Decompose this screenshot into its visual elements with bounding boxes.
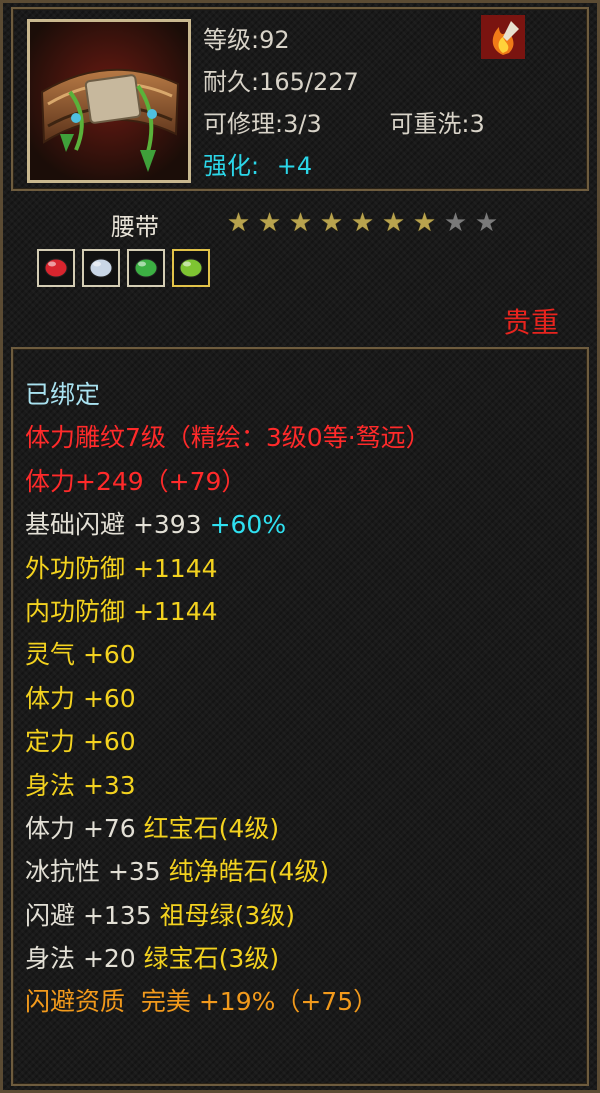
- fire-icon: [481, 15, 525, 59]
- emerald-gem-icon[interactable]: [127, 249, 165, 287]
- item-durability: 耐久:165/227: [203, 68, 359, 96]
- star-rating: ★ ★ ★ ★ ★ ★ ★ ★ ★: [225, 209, 500, 237]
- attribute-text: 内功防御 +1144: [25, 596, 218, 626]
- enhance-label: 强化:: [203, 152, 260, 180]
- attribute-text: 绿宝石(3级): [143, 944, 280, 974]
- star-icon: ★: [474, 208, 499, 238]
- star-icon: ★: [319, 208, 344, 238]
- attribute-text: 灵气 +60: [25, 640, 136, 670]
- attribute-row: 定力 +60: [25, 720, 431, 763]
- item-repairable: 可修理:3/3: [203, 110, 322, 138]
- attribute-text: +60%: [209, 510, 287, 540]
- item-rewashable: 可重洗:3: [389, 110, 485, 138]
- star-icon: ★: [226, 208, 251, 238]
- attribute-text: 闪避资质 完美 +19%（+75）: [25, 987, 379, 1017]
- star-icon: ★: [412, 208, 437, 238]
- attribute-row: 体力 +76 红宝石(4级): [25, 807, 431, 850]
- attribute-text: 冰抗性 +35: [25, 857, 169, 887]
- green-gem-icon[interactable]: [172, 249, 210, 287]
- item-repair-row: 可修理:3/3 可重洗:3: [203, 103, 485, 145]
- attribute-row: 冰抗性 +35 纯净皓石(4级): [25, 850, 431, 893]
- belt-icon[interactable]: [27, 19, 191, 183]
- attribute-text: 祖母绿(3级): [159, 900, 295, 930]
- attribute-row: 体力雕纹7级（精绘：3级0等·驽远）: [25, 416, 431, 459]
- enhance-value: +4: [276, 152, 313, 180]
- star-icon: ★: [381, 208, 406, 238]
- attribute-text: 体力 +60: [25, 683, 136, 713]
- attribute-row: 灵气 +60: [25, 633, 431, 676]
- attribute-text: 身法 +33: [25, 770, 136, 800]
- ruby-gem-icon[interactable]: [37, 249, 75, 287]
- attribute-row: 基础闪避 +393 +60%: [25, 503, 431, 546]
- item-level: 等级:92: [203, 26, 290, 54]
- attribute-row: 体力 +60: [25, 677, 431, 720]
- attribute-row: 身法 +33: [25, 764, 431, 807]
- attribute-row: 内功防御 +1144: [25, 590, 431, 633]
- bound-status: 已绑定: [25, 380, 101, 409]
- attribute-text: 身法 +20: [25, 944, 144, 974]
- attribute-text: 定力 +60: [25, 727, 136, 757]
- attribute-text: 体力+249（+79）: [25, 466, 247, 496]
- item-header-panel: 等级:92 耐久:165/227 可修理:3/3 可重洗:3 强化: +4: [11, 7, 589, 191]
- attribute-row: 身法 +20 绿宝石(3级): [25, 937, 431, 980]
- attribute-text: 体力 +76: [25, 813, 144, 843]
- attribute-list: 已绑定 体力雕纹7级（精绘：3级0等·驽远） 体力+249（+79） 基础闪避 +3…: [25, 373, 431, 1024]
- diamond-gem-icon[interactable]: [82, 249, 120, 287]
- item-name: 腰带: [111, 213, 159, 241]
- attribute-row: 闪避资质 完美 +19%（+75）: [25, 980, 431, 1023]
- attribute-text: 外功防御 +1144: [25, 553, 218, 583]
- attribute-text: 闪避 +135: [25, 900, 160, 930]
- attribute-text: 体力雕纹7级（精绘：3级0等·驽远）: [25, 423, 431, 453]
- attribute-text: 基础闪避 +393: [25, 510, 210, 540]
- attribute-row: 体力+249（+79）: [25, 460, 431, 503]
- rarity-label: 贵重: [502, 306, 559, 339]
- item-info: 等级:92 耐久:165/227 可修理:3/3 可重洗:3 强化: +4: [203, 19, 485, 187]
- star-icon: ★: [257, 208, 282, 238]
- gem-slots: [37, 249, 210, 287]
- item-tooltip: 等级:92 耐久:165/227 可修理:3/3 可重洗:3 强化: +4 腰带…: [0, 0, 600, 1093]
- attribute-row: 外功防御 +1144: [25, 547, 431, 590]
- attribute-text: 纯净皓石(4级): [168, 857, 330, 887]
- attribute-row: 闪避 +135 祖母绿(3级): [25, 894, 431, 937]
- item-enhance: 强化: +4: [203, 145, 485, 187]
- star-icon: ★: [443, 208, 468, 238]
- star-icon: ★: [288, 208, 313, 238]
- star-icon: ★: [350, 208, 375, 238]
- attribute-text: 红宝石(4级): [143, 813, 280, 843]
